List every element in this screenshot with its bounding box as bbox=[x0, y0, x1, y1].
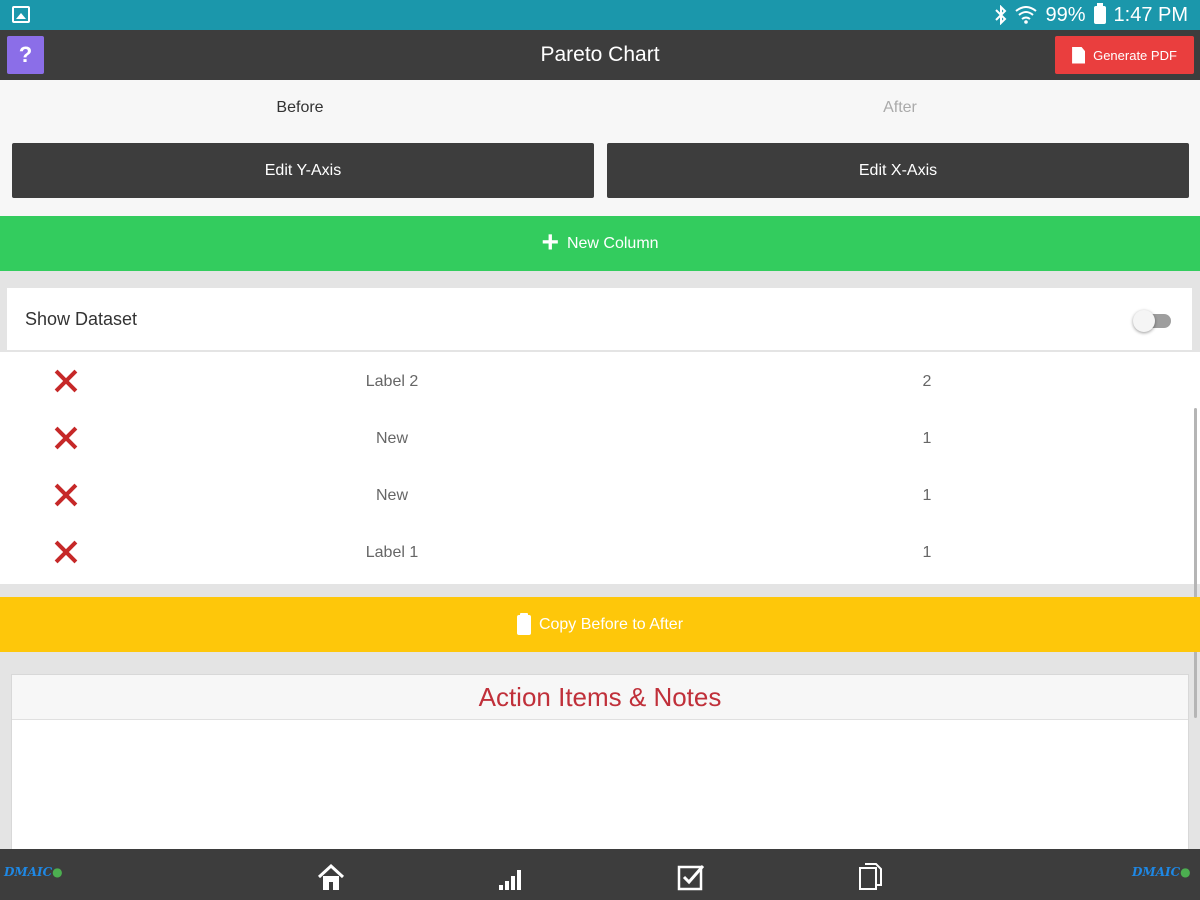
battery-icon bbox=[1093, 3, 1106, 24]
before-after-tabs: Before After bbox=[0, 80, 1200, 136]
plus-icon: + bbox=[541, 225, 559, 259]
show-dataset-toggle[interactable] bbox=[1133, 309, 1173, 332]
dataset-list: Label 2 2 New 1 New 1 Label 1 1 bbox=[0, 352, 1200, 584]
delete-icon[interactable] bbox=[54, 540, 78, 564]
axis-buttons: Edit Y-Axis Edit X-Axis bbox=[0, 136, 1200, 216]
new-column-button[interactable]: + New Column bbox=[0, 216, 1200, 271]
bluetooth-icon bbox=[995, 5, 1007, 25]
new-column-label: New Column bbox=[566, 234, 659, 252]
brand-logo-left: DMAIC● bbox=[4, 865, 63, 879]
documents-icon[interactable] bbox=[856, 863, 886, 891]
tab-after[interactable]: After bbox=[600, 80, 1200, 136]
generate-pdf-button[interactable]: Generate PDF bbox=[1055, 36, 1194, 74]
row-label[interactable]: Label 2 bbox=[292, 353, 492, 411]
wifi-icon bbox=[1015, 6, 1038, 24]
list-item: New 1 bbox=[0, 410, 1190, 468]
show-dataset-card: Show Dataset bbox=[7, 288, 1192, 350]
gallery-icon bbox=[12, 6, 30, 23]
show-dataset-label: Show Dataset bbox=[25, 309, 138, 329]
home-icon[interactable] bbox=[316, 863, 346, 891]
list-item: Label 2 2 bbox=[0, 353, 1190, 411]
notes-card: Action Items & Notes bbox=[11, 674, 1189, 854]
checkbox-icon[interactable] bbox=[676, 863, 706, 891]
row-value[interactable]: 2 bbox=[877, 353, 977, 411]
list-item: New 1 bbox=[0, 467, 1190, 525]
toggle-thumb bbox=[1133, 310, 1155, 332]
generate-pdf-label: Generate PDF bbox=[1093, 47, 1177, 63]
document-icon bbox=[1072, 46, 1086, 64]
notes-title: Action Items & Notes bbox=[12, 675, 1188, 720]
bottom-nav: DMAIC● DMAIC● bbox=[0, 849, 1200, 900]
edit-x-axis-button[interactable]: Edit X-Axis bbox=[607, 143, 1189, 198]
clock: 1:47 PM bbox=[1113, 3, 1188, 26]
row-value[interactable]: 1 bbox=[877, 524, 977, 582]
delete-icon[interactable] bbox=[54, 483, 78, 507]
page-title: Pareto Chart bbox=[540, 43, 660, 66]
row-label[interactable]: New bbox=[292, 410, 492, 468]
battery-percent: 99% bbox=[1045, 3, 1086, 26]
clipboard-icon bbox=[516, 612, 531, 635]
row-value[interactable]: 1 bbox=[877, 410, 977, 468]
status-indicators: 99% 1:47 PM bbox=[995, 0, 1188, 30]
help-button[interactable]: ? bbox=[7, 36, 44, 74]
delete-icon[interactable] bbox=[54, 426, 78, 450]
notes-text-area[interactable] bbox=[12, 720, 1188, 853]
scrollbar[interactable] bbox=[1194, 408, 1197, 718]
brand-logo-right: DMAIC● bbox=[1132, 865, 1191, 879]
row-label[interactable]: New bbox=[292, 467, 492, 525]
row-value[interactable]: 1 bbox=[877, 467, 977, 525]
copy-before-to-after-button[interactable]: Copy Before to After bbox=[0, 597, 1200, 652]
copy-label: Copy Before to After bbox=[538, 615, 684, 633]
tab-before[interactable]: Before bbox=[0, 80, 600, 136]
delete-icon[interactable] bbox=[54, 369, 78, 393]
list-item: Label 1 1 bbox=[0, 524, 1190, 582]
edit-y-axis-button[interactable]: Edit Y-Axis bbox=[12, 143, 594, 198]
row-label[interactable]: Label 1 bbox=[292, 524, 492, 582]
signal-bars-icon[interactable] bbox=[497, 863, 527, 891]
app-header: Pareto Chart ? Generate PDF bbox=[0, 30, 1200, 80]
status-bar: 99% 1:47 PM bbox=[0, 0, 1200, 30]
